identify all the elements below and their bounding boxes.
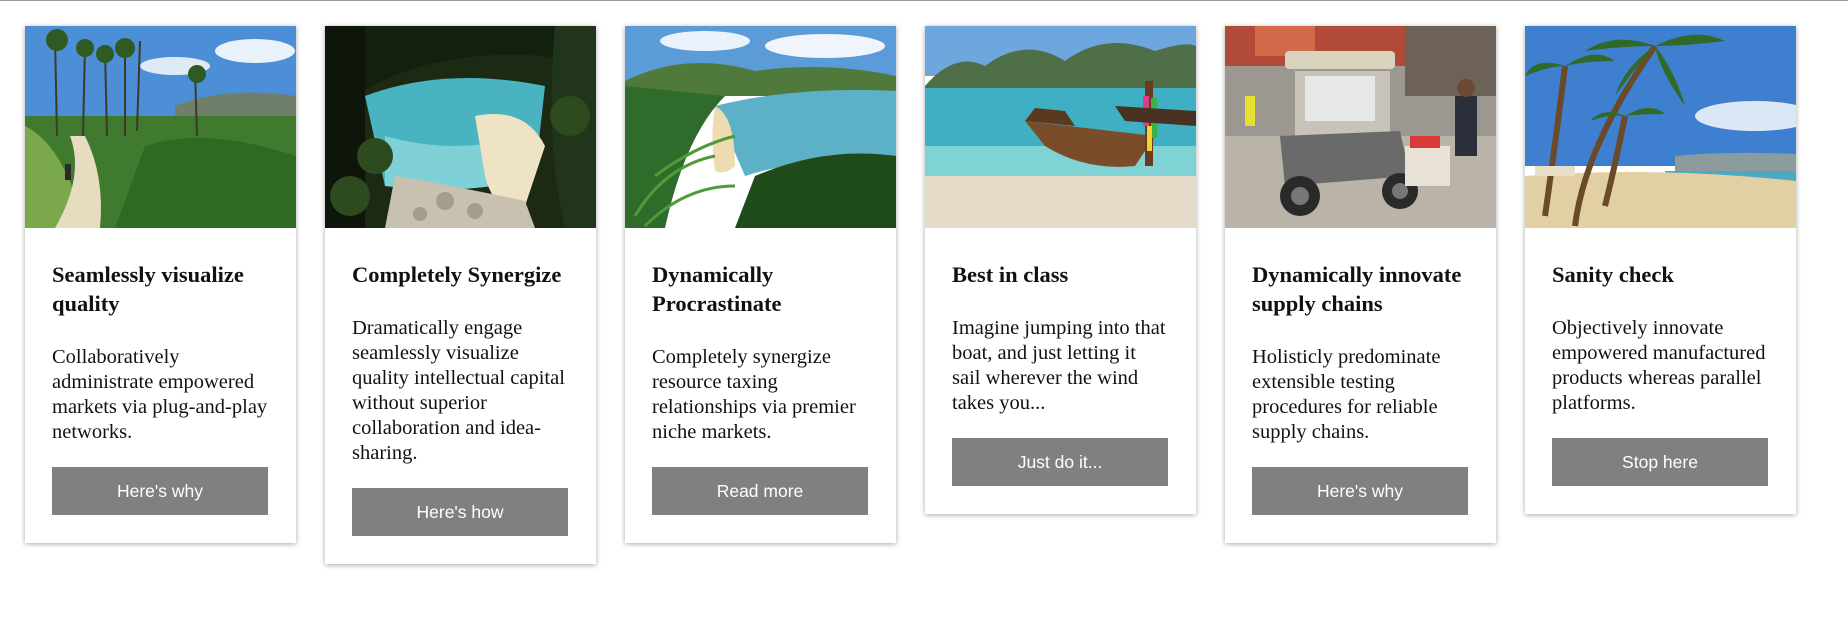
card-description: Collaboratively administrate empowered m… bbox=[52, 346, 268, 443]
card-description: Dramatically engage seamlessly visualize… bbox=[352, 317, 565, 464]
read-more-button[interactable]: Read more bbox=[652, 467, 868, 515]
card-title: Dynamically innovate supply chains bbox=[1252, 262, 1462, 316]
just-do-it-button[interactable]: Just do it... bbox=[952, 438, 1168, 486]
card-title: Dynamically Procrastinate bbox=[652, 262, 782, 316]
card-5: Dynamically innovate supply chains Holis… bbox=[1225, 26, 1496, 543]
card-4: Best in class Imagine jumping into that … bbox=[925, 26, 1196, 514]
jungle-bay-photo bbox=[625, 26, 896, 228]
palm-beach-photo bbox=[1525, 26, 1796, 228]
top-divider bbox=[0, 0, 1848, 1]
card-description: Imagine jumping into that boat, and just… bbox=[952, 317, 1166, 414]
card-title: Seamlessly visualize quality bbox=[52, 262, 244, 316]
stop-here-button[interactable]: Stop here bbox=[1552, 438, 1768, 486]
heres-how-button[interactable]: Here's how bbox=[352, 488, 568, 536]
card-title: Completely Synergize bbox=[352, 262, 562, 287]
card-description: Holisticly predominate extensible testin… bbox=[1252, 346, 1441, 443]
card-1: Seamlessly visualize quality Collaborati… bbox=[25, 26, 296, 543]
hidden-cove-photo bbox=[325, 26, 596, 228]
card-description: Objectively innovate empowered manufactu… bbox=[1552, 317, 1766, 414]
coastal-trail-photo bbox=[25, 26, 296, 228]
card-title: Best in class bbox=[952, 262, 1069, 287]
card-2: Completely Synergize Dramatically engage… bbox=[325, 26, 596, 564]
longtail-boat-photo bbox=[925, 26, 1196, 228]
heres-why-button[interactable]: Here's why bbox=[52, 467, 268, 515]
card-3: Dynamically Procrastinate Completely syn… bbox=[625, 26, 896, 543]
card-6: Sanity check Objectively innovate empowe… bbox=[1525, 26, 1796, 514]
heres-why-button[interactable]: Here's why bbox=[1252, 467, 1468, 515]
street-tuk-tuk-photo bbox=[1225, 26, 1496, 228]
card-title: Sanity check bbox=[1552, 262, 1674, 287]
card-description: Completely synergize resource taxing rel… bbox=[652, 346, 856, 443]
card-grid: Seamlessly visualize quality Collaborati… bbox=[25, 26, 1796, 564]
